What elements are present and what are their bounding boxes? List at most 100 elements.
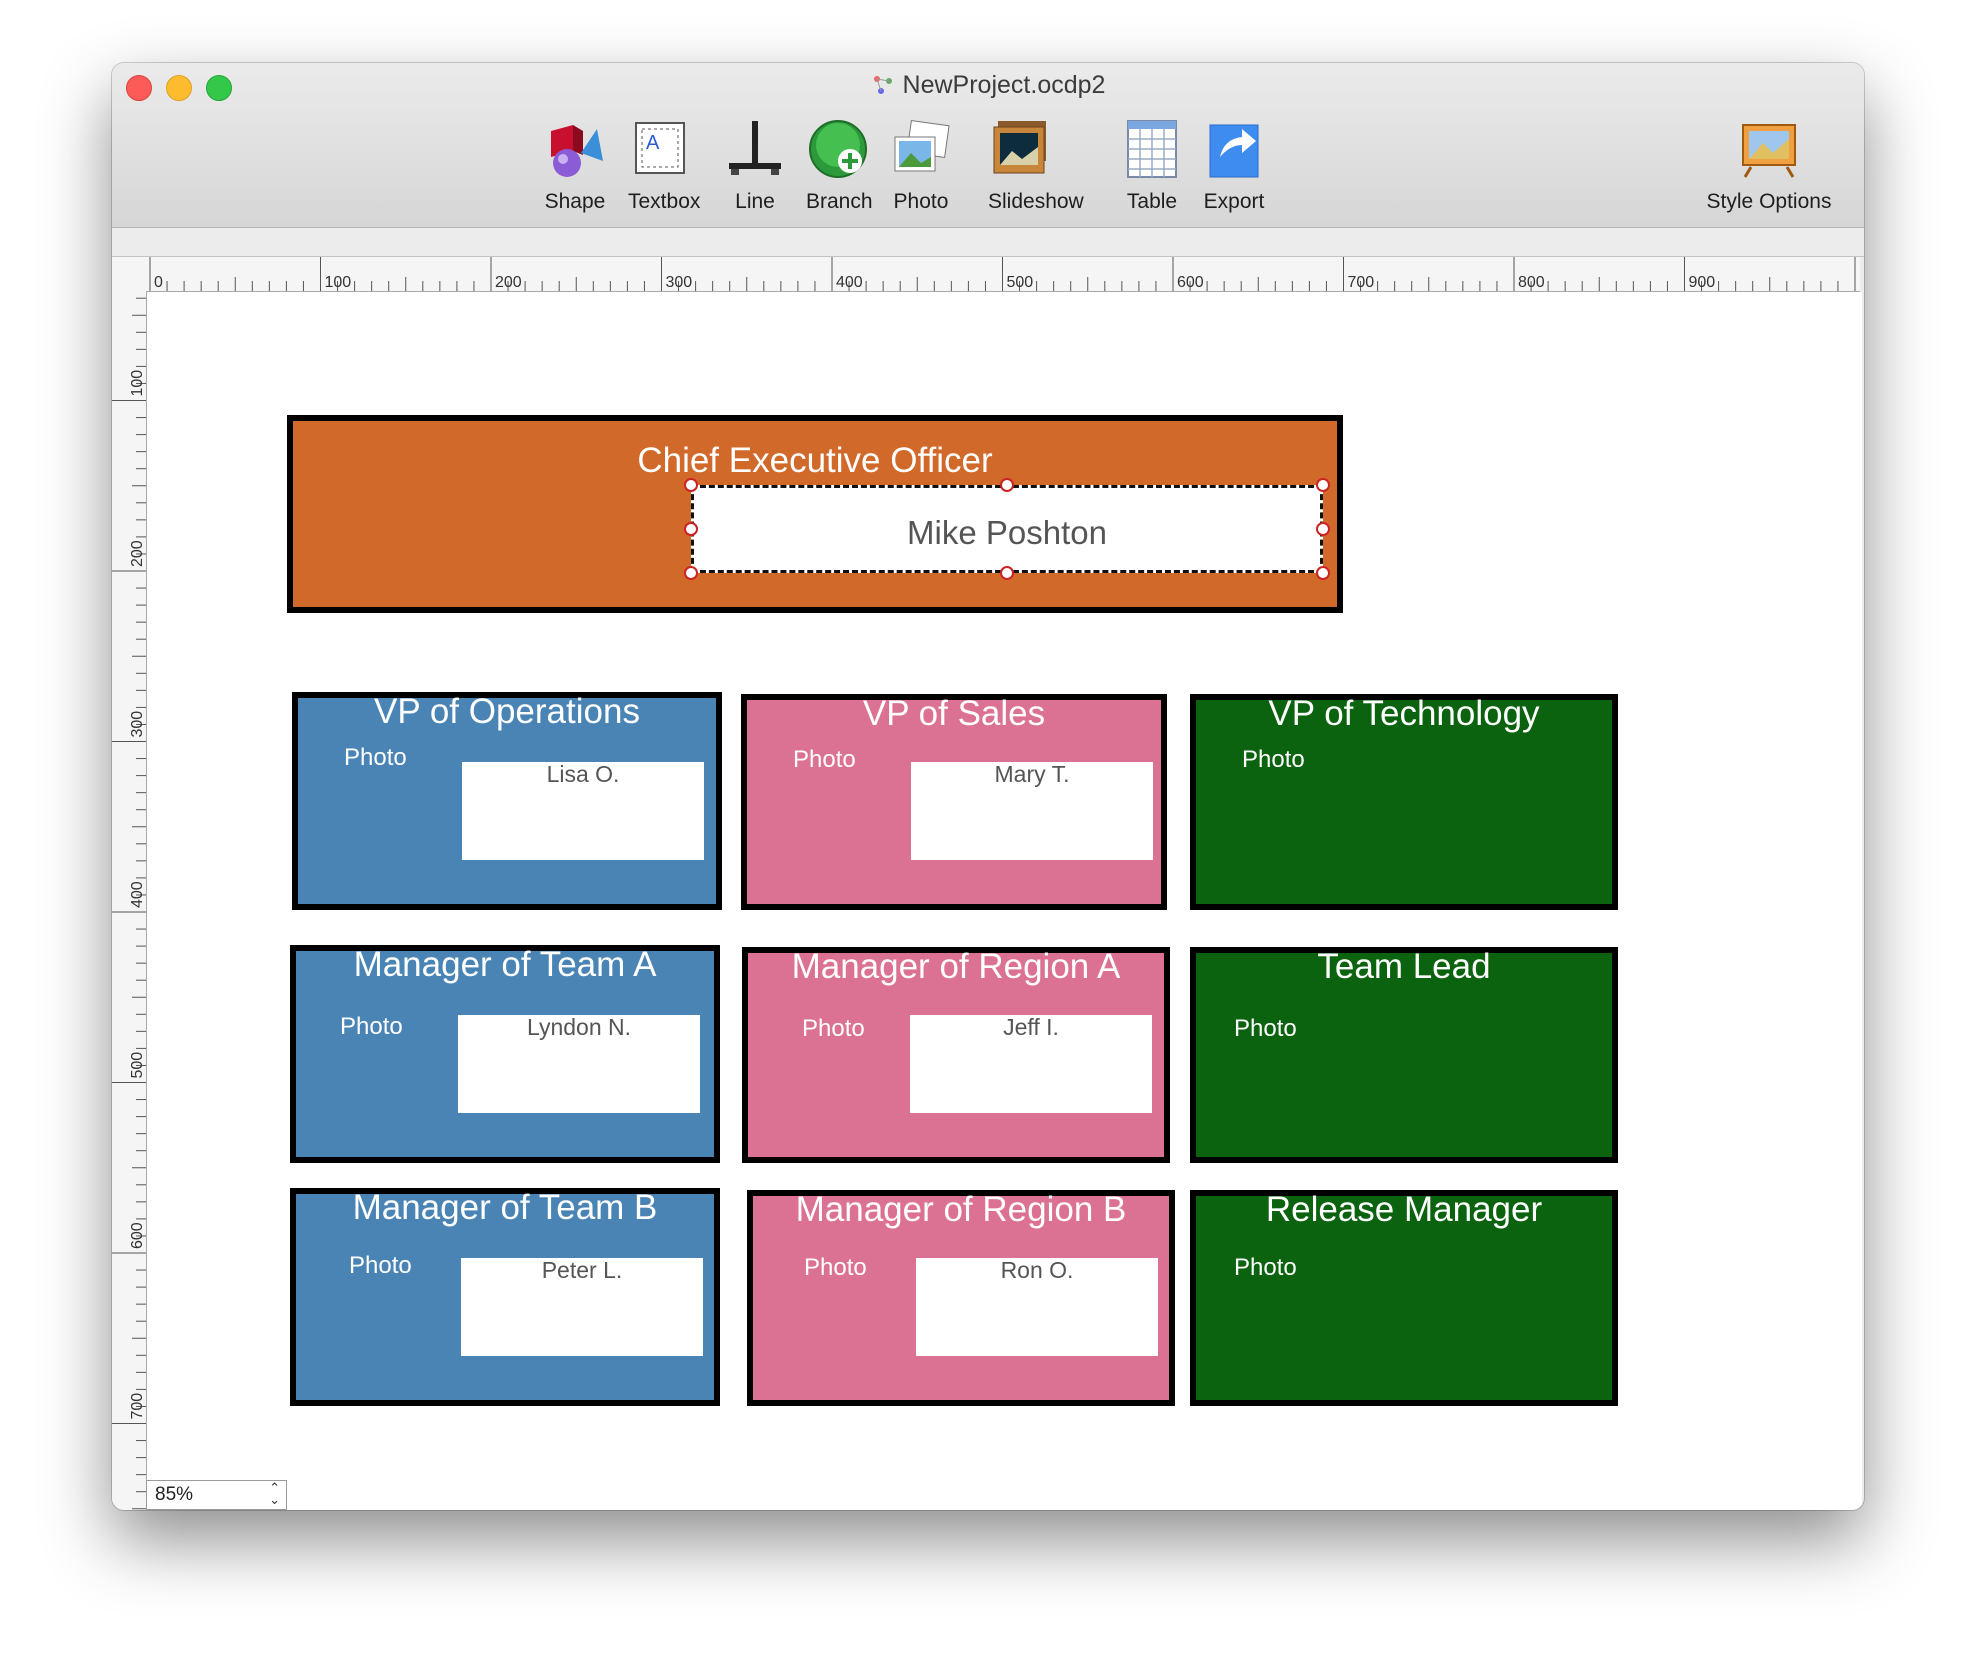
vp-technology-photo[interactable]: Photo — [1242, 746, 1305, 774]
vertical-ruler[interactable]: 100 200 300 400 500 600 700 — [112, 291, 147, 1510]
ruler-label: 300 — [666, 274, 693, 291]
app-window: NewProject.ocdp2 Shape A Textbox Line Br… — [112, 63, 1864, 1510]
manager-region-a-title: Manager of Region A — [791, 947, 1121, 986]
ruler-label: 200 — [129, 540, 146, 567]
title-bar: NewProject.ocdp2 Shape A Textbox Line Br… — [112, 63, 1864, 228]
horizontal-ruler-scale: 0 100 200 300 400 500 600 700 800 900 1 — [149, 257, 1860, 291]
ruler-label: 600 — [129, 1222, 146, 1249]
release-manager-photo[interactable]: Photo — [1234, 1254, 1297, 1282]
ruler-label: 400 — [836, 274, 863, 291]
vp-operations-box[interactable]: VP of Operations Photo Lisa O. — [292, 692, 722, 910]
ruler-label: 800 — [1518, 274, 1545, 291]
manager-region-b-name: Ron O. — [1000, 1257, 1074, 1283]
manager-region-a-name-box[interactable]: Jeff I. — [910, 1014, 1152, 1113]
slideshow-icon — [993, 121, 1046, 174]
ruler-label: 100 — [325, 274, 352, 291]
vp-operations-name: Lisa O. — [546, 761, 620, 787]
ceo-box[interactable]: Chief Executive Officer Mike Poshton — [287, 415, 1343, 613]
manager-team-b-box[interactable]: Manager of Team B Photo Peter L. — [290, 1188, 720, 1406]
team-lead-box[interactable]: Team Lead Photo — [1190, 947, 1618, 1163]
line-label: Line — [735, 190, 775, 213]
shape-tool[interactable]: Shape — [543, 117, 607, 214]
manager-team-a-photo[interactable]: Photo — [340, 1013, 403, 1041]
photo-icon — [894, 119, 950, 172]
ruler-label: 700 — [1348, 274, 1375, 291]
vp-sales-name-box[interactable]: Mary T. — [911, 761, 1153, 860]
ruler-label: 900 — [1689, 274, 1716, 291]
shape-label: Shape — [544, 190, 606, 213]
resize-handle-left[interactable] — [684, 522, 698, 536]
zoom-stepper[interactable]: 85% ⌃ ⌄ — [146, 1480, 287, 1510]
ruler-label: 300 — [129, 711, 146, 738]
style-options-icon — [1742, 124, 1796, 178]
manager-region-b-name-box[interactable]: Ron O. — [916, 1257, 1158, 1356]
textbox-tool[interactable]: A Textbox — [628, 117, 700, 214]
ceo-name: Mike Poshton — [907, 514, 1107, 551]
ruler-label: 500 — [1007, 274, 1034, 291]
photo-tool[interactable]: Photo — [889, 117, 953, 214]
ruler-corner — [112, 257, 147, 292]
ruler-label: 700 — [129, 1393, 146, 1420]
vp-sales-photo[interactable]: Photo — [793, 746, 856, 774]
shape-icon — [551, 125, 603, 177]
vp-sales-box[interactable]: VP of Sales Photo Mary T. — [741, 694, 1167, 910]
manager-team-a-name-box[interactable]: Lyndon N. — [458, 1014, 700, 1113]
resize-handle-right[interactable] — [1316, 522, 1330, 536]
vp-operations-title: VP of Operations — [374, 692, 640, 731]
style-options-tool[interactable]: Style Options — [1702, 117, 1836, 214]
window-title-text: NewProject.ocdp2 — [902, 71, 1106, 99]
manager-region-a-name: Jeff I. — [1003, 1014, 1059, 1040]
team-lead-title: Team Lead — [1317, 947, 1491, 986]
vp-operations-photo[interactable]: Photo — [344, 744, 407, 772]
release-manager-title: Release Manager — [1265, 1190, 1543, 1229]
ruler-label: 0 — [154, 274, 163, 291]
document-icon — [873, 76, 892, 94]
ruler-label: 600 — [1177, 274, 1204, 291]
slideshow-tool[interactable]: Slideshow — [988, 117, 1084, 214]
manager-team-a-name: Lyndon N. — [527, 1014, 631, 1040]
ceo-name-textbox[interactable]: Mike Poshton — [691, 485, 1323, 573]
resize-handle-bottom-left[interactable] — [684, 566, 698, 580]
zoom-value: 85% — [155, 1484, 194, 1505]
ceo-title: Chief Executive Officer — [637, 441, 993, 480]
manager-region-a-box[interactable]: Manager of Region A Photo Jeff I. — [742, 947, 1170, 1163]
format-bar — [112, 228, 1864, 257]
vp-operations-name-box[interactable]: Lisa O. — [462, 761, 704, 860]
manager-team-b-photo[interactable]: Photo — [349, 1252, 412, 1280]
drawing-canvas[interactable]: Chief Executive Officer Mike Poshton VP … — [147, 292, 1862, 1510]
vp-technology-box[interactable]: VP of Technology Photo — [1190, 694, 1618, 910]
ruler-label: 1 — [1859, 274, 1860, 291]
svg-text:A: A — [646, 132, 660, 154]
resize-handle-top[interactable] — [1000, 478, 1014, 492]
ruler-label: 500 — [129, 1052, 146, 1079]
manager-region-b-title: Manager of Region B — [795, 1190, 1127, 1229]
manager-region-b-box[interactable]: Manager of Region B Photo Ron O. — [747, 1190, 1175, 1406]
resize-handle-top-right[interactable] — [1316, 478, 1330, 492]
line-tool[interactable]: Line — [723, 117, 787, 214]
team-lead-photo[interactable]: Photo — [1234, 1015, 1297, 1043]
resize-handle-bottom[interactable] — [1000, 566, 1014, 580]
manager-region-a-photo[interactable]: Photo — [802, 1015, 865, 1043]
resize-handle-top-left[interactable] — [684, 478, 698, 492]
manager-team-b-name-box[interactable]: Peter L. — [461, 1257, 703, 1356]
style-options-label: Style Options — [1706, 190, 1832, 213]
vertical-ruler-scale: 100 200 300 400 500 600 700 — [112, 297, 146, 1510]
vp-sales-name: Mary T. — [994, 761, 1070, 787]
vp-technology-title: VP of Technology — [1268, 694, 1540, 733]
export-label: Export — [1203, 190, 1265, 213]
window-title: NewProject.ocdp2 — [112, 71, 1864, 100]
export-tool[interactable]: Export — [1202, 117, 1266, 214]
table-tool[interactable]: Table — [1120, 117, 1184, 214]
manager-team-b-name: Peter L. — [541, 1257, 623, 1283]
branch-tool[interactable]: Branch — [806, 117, 873, 214]
line-icon — [729, 121, 781, 175]
horizontal-ruler[interactable]: 0 100 200 300 400 500 600 700 800 900 1 — [146, 257, 1860, 292]
resize-handle-bottom-right[interactable] — [1316, 566, 1330, 580]
manager-team-a-title: Manager of Team A — [353, 945, 657, 984]
release-manager-box[interactable]: Release Manager Photo — [1190, 1190, 1618, 1406]
manager-region-b-photo[interactable]: Photo — [804, 1254, 867, 1282]
stepper-arrows-icon[interactable]: ⌃ ⌄ — [269, 1481, 280, 1506]
branch-icon — [809, 120, 867, 178]
photo-label: Photo — [893, 190, 949, 213]
manager-team-a-box[interactable]: Manager of Team A Photo Lyndon N. — [290, 945, 720, 1163]
